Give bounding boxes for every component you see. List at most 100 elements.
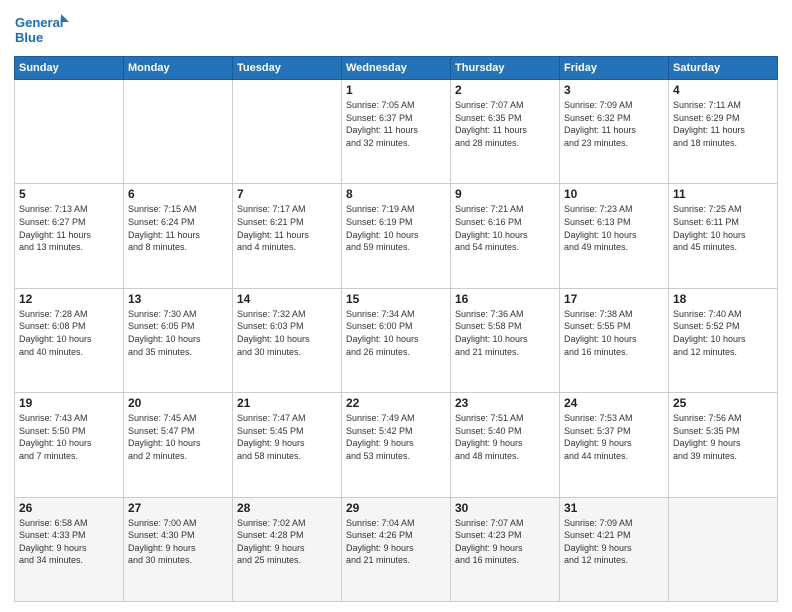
day-info: Sunrise: 7:25 AM Sunset: 6:11 PM Dayligh… (673, 203, 773, 253)
day-info: Sunrise: 7:07 AM Sunset: 6:35 PM Dayligh… (455, 99, 555, 149)
day-cell-2: 2 Sunrise: 7:07 AM Sunset: 6:35 PM Daylig… (451, 80, 560, 184)
day-number: 19 (19, 396, 119, 410)
logo-svg: General Blue (14, 10, 69, 48)
day-info: Sunrise: 7:45 AM Sunset: 5:47 PM Dayligh… (128, 412, 228, 462)
week-row-2: 5 Sunrise: 7:13 AM Sunset: 6:27 PM Daylig… (15, 184, 778, 288)
day-info: Sunrise: 7:47 AM Sunset: 5:45 PM Dayligh… (237, 412, 337, 462)
calendar-table: SundayMondayTuesdayWednesdayThursdayFrid… (14, 56, 778, 602)
day-number: 31 (564, 501, 664, 515)
day-cell-25: 25 Sunrise: 7:56 AM Sunset: 5:35 PM Dayli… (669, 393, 778, 497)
day-cell-10: 10 Sunrise: 7:23 AM Sunset: 6:13 PM Dayli… (560, 184, 669, 288)
day-info: Sunrise: 7:38 AM Sunset: 5:55 PM Dayligh… (564, 308, 664, 358)
day-number: 24 (564, 396, 664, 410)
day-info: Sunrise: 7:36 AM Sunset: 5:58 PM Dayligh… (455, 308, 555, 358)
empty-cell (15, 80, 124, 184)
weekday-header-saturday: Saturday (669, 57, 778, 80)
day-cell-7: 7Sunrise: 7:17 AM Sunset: 6:21 PM Daylig… (233, 184, 342, 288)
day-info: Sunrise: 7:56 AM Sunset: 5:35 PM Dayligh… (673, 412, 773, 462)
day-number: 23 (455, 396, 555, 410)
day-number: 22 (346, 396, 446, 410)
day-cell-13: 13Sunrise: 7:30 AM Sunset: 6:05 PM Dayli… (124, 288, 233, 392)
day-number: 9 (455, 187, 555, 201)
day-info: Sunrise: 7:13 AM Sunset: 6:27 PM Dayligh… (19, 203, 119, 253)
week-row-5: 26 Sunrise: 6:58 AM Sunset: 4:33 PM Dayli… (15, 497, 778, 601)
day-number: 10 (564, 187, 664, 201)
day-info: Sunrise: 7:17 AM Sunset: 6:21 PM Dayligh… (237, 203, 337, 253)
day-number: 5 (19, 187, 119, 201)
empty-cell (233, 80, 342, 184)
day-cell-1: 1Sunrise: 7:05 AM Sunset: 6:37 PM Daylig… (342, 80, 451, 184)
day-info: Sunrise: 7:21 AM Sunset: 6:16 PM Dayligh… (455, 203, 555, 253)
day-info: Sunrise: 7:28 AM Sunset: 6:08 PM Dayligh… (19, 308, 119, 358)
day-info: Sunrise: 7:00 AM Sunset: 4:30 PM Dayligh… (128, 517, 228, 567)
day-info: Sunrise: 7:53 AM Sunset: 5:37 PM Dayligh… (564, 412, 664, 462)
day-number: 16 (455, 292, 555, 306)
day-info: Sunrise: 7:19 AM Sunset: 6:19 PM Dayligh… (346, 203, 446, 253)
day-number: 18 (673, 292, 773, 306)
day-info: Sunrise: 7:23 AM Sunset: 6:13 PM Dayligh… (564, 203, 664, 253)
week-row-1: 1Sunrise: 7:05 AM Sunset: 6:37 PM Daylig… (15, 80, 778, 184)
day-number: 29 (346, 501, 446, 515)
day-number: 21 (237, 396, 337, 410)
day-cell-4: 4Sunrise: 7:11 AM Sunset: 6:29 PM Daylig… (669, 80, 778, 184)
day-number: 8 (346, 187, 446, 201)
empty-cell (669, 497, 778, 601)
day-number: 14 (237, 292, 337, 306)
day-number: 27 (128, 501, 228, 515)
day-number: 2 (455, 83, 555, 97)
calendar-page: General Blue SundayMondayTuesdayWednesda… (0, 0, 792, 612)
day-cell-21: 21 Sunrise: 7:47 AM Sunset: 5:45 PM Dayli… (233, 393, 342, 497)
day-info: Sunrise: 7:32 AM Sunset: 6:03 PM Dayligh… (237, 308, 337, 358)
day-cell-8: 8 Sunrise: 7:19 AM Sunset: 6:19 PM Daylig… (342, 184, 451, 288)
weekday-header-sunday: Sunday (15, 57, 124, 80)
day-info: Sunrise: 7:49 AM Sunset: 5:42 PM Dayligh… (346, 412, 446, 462)
day-info: Sunrise: 7:07 AM Sunset: 4:23 PM Dayligh… (455, 517, 555, 567)
day-cell-23: 23Sunrise: 7:51 AM Sunset: 5:40 PM Dayli… (451, 393, 560, 497)
day-info: Sunrise: 7:04 AM Sunset: 4:26 PM Dayligh… (346, 517, 446, 567)
day-info: Sunrise: 6:58 AM Sunset: 4:33 PM Dayligh… (19, 517, 119, 567)
day-number: 3 (564, 83, 664, 97)
day-number: 26 (19, 501, 119, 515)
day-cell-9: 9 Sunrise: 7:21 AM Sunset: 6:16 PM Daylig… (451, 184, 560, 288)
week-row-3: 12 Sunrise: 7:28 AM Sunset: 6:08 PM Dayli… (15, 288, 778, 392)
day-number: 12 (19, 292, 119, 306)
day-number: 4 (673, 83, 773, 97)
day-info: Sunrise: 7:43 AM Sunset: 5:50 PM Dayligh… (19, 412, 119, 462)
day-number: 17 (564, 292, 664, 306)
day-info: Sunrise: 7:40 AM Sunset: 5:52 PM Dayligh… (673, 308, 773, 358)
header: General Blue (14, 10, 778, 48)
day-number: 25 (673, 396, 773, 410)
weekday-header-monday: Monday (124, 57, 233, 80)
day-cell-16: 16 Sunrise: 7:36 AM Sunset: 5:58 PM Dayli… (451, 288, 560, 392)
day-number: 28 (237, 501, 337, 515)
day-cell-22: 22 Sunrise: 7:49 AM Sunset: 5:42 PM Dayli… (342, 393, 451, 497)
day-info: Sunrise: 7:09 AM Sunset: 6:32 PM Dayligh… (564, 99, 664, 149)
weekday-header-wednesday: Wednesday (342, 57, 451, 80)
day-cell-17: 17 Sunrise: 7:38 AM Sunset: 5:55 PM Dayli… (560, 288, 669, 392)
day-cell-30: 30 Sunrise: 7:07 AM Sunset: 4:23 PM Dayli… (451, 497, 560, 601)
day-cell-11: 11 Sunrise: 7:25 AM Sunset: 6:11 PM Dayli… (669, 184, 778, 288)
svg-text:Blue: Blue (15, 30, 43, 45)
day-cell-18: 18 Sunrise: 7:40 AM Sunset: 5:52 PM Dayli… (669, 288, 778, 392)
day-cell-20: 20Sunrise: 7:45 AM Sunset: 5:47 PM Dayli… (124, 393, 233, 497)
svg-text:General: General (15, 15, 63, 30)
day-info: Sunrise: 7:05 AM Sunset: 6:37 PM Dayligh… (346, 99, 446, 149)
day-cell-26: 26 Sunrise: 6:58 AM Sunset: 4:33 PM Dayli… (15, 497, 124, 601)
day-cell-3: 3 Sunrise: 7:09 AM Sunset: 6:32 PM Daylig… (560, 80, 669, 184)
day-cell-12: 12 Sunrise: 7:28 AM Sunset: 6:08 PM Dayli… (15, 288, 124, 392)
day-cell-28: 28 Sunrise: 7:02 AM Sunset: 4:28 PM Dayli… (233, 497, 342, 601)
day-cell-5: 5 Sunrise: 7:13 AM Sunset: 6:27 PM Daylig… (15, 184, 124, 288)
day-info: Sunrise: 7:15 AM Sunset: 6:24 PM Dayligh… (128, 203, 228, 253)
empty-cell (124, 80, 233, 184)
day-info: Sunrise: 7:02 AM Sunset: 4:28 PM Dayligh… (237, 517, 337, 567)
day-cell-19: 19 Sunrise: 7:43 AM Sunset: 5:50 PM Dayli… (15, 393, 124, 497)
day-cell-31: 31Sunrise: 7:09 AM Sunset: 4:21 PM Dayli… (560, 497, 669, 601)
day-cell-14: 14 Sunrise: 7:32 AM Sunset: 6:03 PM Dayli… (233, 288, 342, 392)
day-cell-24: 24 Sunrise: 7:53 AM Sunset: 5:37 PM Dayli… (560, 393, 669, 497)
day-number: 6 (128, 187, 228, 201)
day-cell-6: 6 Sunrise: 7:15 AM Sunset: 6:24 PM Daylig… (124, 184, 233, 288)
day-number: 30 (455, 501, 555, 515)
day-number: 11 (673, 187, 773, 201)
weekday-header-friday: Friday (560, 57, 669, 80)
week-row-4: 19 Sunrise: 7:43 AM Sunset: 5:50 PM Dayli… (15, 393, 778, 497)
